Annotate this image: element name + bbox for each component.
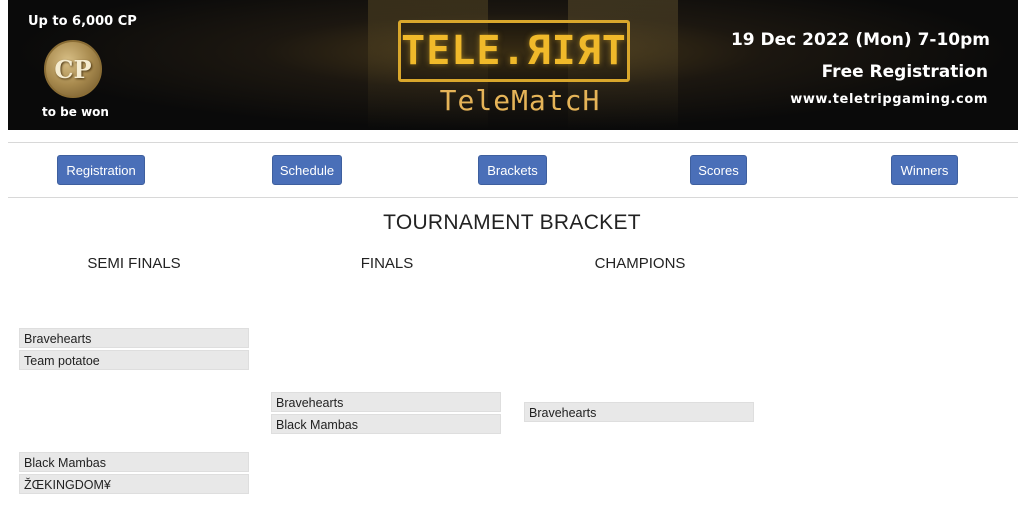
semi-final-1-team-b: Team potatoe (19, 350, 249, 370)
round-title-champions: CHAMPIONS (594, 255, 686, 272)
brackets-button[interactable]: Brackets (478, 155, 547, 185)
final-team-b: Black Mambas (271, 414, 501, 434)
cp-coin-icon: CP (44, 40, 102, 98)
semi-final-2-team-a: Black Mambas (19, 452, 249, 472)
schedule-button[interactable]: Schedule (272, 155, 342, 185)
registration-button[interactable]: Registration (57, 155, 145, 185)
website-url: www.teletripgaming.com (790, 92, 988, 107)
semi-final-1-team-a: Bravehearts (19, 328, 249, 348)
champion-team: Bravehearts (524, 402, 754, 422)
registration-note: Free Registration (821, 62, 988, 82)
event-date: 19 Dec 2022 (Mon) 7-10pm (730, 30, 990, 50)
round-title-semi-finals: SEMI FINALS (87, 255, 181, 272)
semi-final-2-team-b: ŽŒKINGDOM¥ (19, 474, 249, 494)
nav-divider-top (8, 142, 1018, 143)
nav-divider-bottom (8, 197, 1018, 198)
scores-button[interactable]: Scores (690, 155, 747, 185)
round-title-finals: FINALS (360, 255, 414, 272)
winners-button[interactable]: Winners (891, 155, 958, 185)
prize-amount: Up to 6,000 CP (28, 14, 137, 29)
telematch-logo: TeleMatcH (439, 84, 601, 117)
event-banner: Up to 6,000 CP CP to be won TELE.ЯIЯT Te… (8, 0, 1018, 130)
prize-caption: to be won (42, 105, 109, 119)
logo-text: TELE.ЯIЯT (401, 28, 627, 74)
coin-label: CP (54, 54, 92, 84)
teletrip-logo: TELE.ЯIЯT (398, 20, 630, 82)
page-title: TOURNAMENT BRACKET (383, 211, 641, 234)
final-team-a: Bravehearts (271, 392, 501, 412)
